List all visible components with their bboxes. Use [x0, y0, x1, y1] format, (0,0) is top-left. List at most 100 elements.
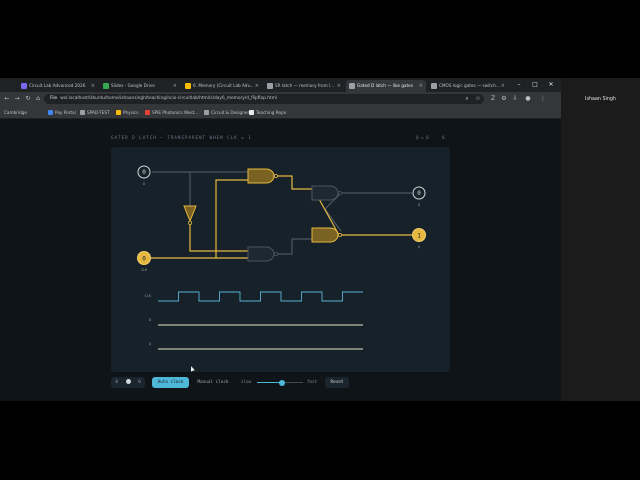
bookmark-item[interactable]: SPIE Photonics West...	[145, 107, 198, 118]
browser-tab[interactable]: SR latch — memory from l... ×	[264, 80, 344, 92]
browser-tab[interactable]: 6. Memory (Circuit Lab Adv... ×	[182, 80, 262, 92]
bookmark-label: Cambridge	[4, 110, 28, 115]
tab-close-icon[interactable]: ×	[337, 80, 341, 92]
manual-clock-button[interactable]: Manual clock	[193, 377, 233, 388]
minimize-icon[interactable]: –	[512, 78, 526, 92]
bookmark-label: SPAD-TEST	[87, 110, 110, 115]
menu-icon[interactable]: ⋮	[538, 94, 548, 104]
tab-label: Slides - Google Drive	[111, 83, 155, 88]
tab-label: CMOS logic gates — switch...	[439, 83, 500, 88]
tab-label: Gated D latch — like gates	[357, 83, 413, 88]
tab-strip: Circuit Lab Advanced 2026 × Slides - Googl…	[0, 78, 561, 92]
q-output-node: 1 Q	[412, 228, 426, 249]
wire-not-out	[189, 225, 248, 252]
tab-favicon-icon	[21, 83, 27, 89]
page-content: GATED D LATCH — TRANSPARENT WHEN CLK = 1…	[0, 119, 561, 401]
bookmark-label: Physics	[123, 110, 139, 115]
speed-slow-label: slow	[240, 380, 252, 385]
bookmark-item[interactable]: Physics	[116, 107, 139, 118]
tab-close-icon[interactable]: ×	[173, 80, 177, 92]
close-window-icon[interactable]: ✕	[544, 78, 558, 92]
tab-close-icon[interactable]: ×	[255, 80, 259, 92]
tab-favicon-icon	[431, 83, 437, 89]
bookmark-item[interactable]: Pay Portal	[48, 107, 76, 118]
clk-label: CLK	[141, 268, 148, 272]
download-icon[interactable]: ⇩	[510, 94, 520, 104]
bookmark-item[interactable]: SPAD-TEST	[80, 107, 110, 118]
wave-label: CLK	[145, 294, 152, 298]
browser-tab[interactable]: Gated D latch — like gates ×	[346, 80, 426, 92]
bookmarks-bar: Cambridge Pay Portal SPAD-TEST Physics SPIE …	[0, 106, 561, 119]
d-input-node[interactable]: 0 D	[137, 165, 151, 186]
nand-gate-2	[247, 246, 278, 262]
nand-gate-4	[311, 227, 342, 243]
maximize-icon[interactable]: □	[528, 78, 542, 92]
url-text: wsl.localhost/Ubuntu/home/ishaansingh/te…	[60, 96, 277, 101]
tab-close-icon[interactable]: ×	[501, 80, 505, 92]
toggle-knob-icon	[125, 378, 131, 384]
tab-close-icon[interactable]: ×	[419, 80, 423, 92]
bookmark-item[interactable]: Teaching Repo	[249, 107, 286, 118]
waveform-trace	[158, 291, 363, 302]
wire-nand2-out	[275, 238, 312, 255]
address-bar-row: ← → ↻ ⌂ File wsl.localhost/Ubuntu/home/is…	[0, 92, 561, 106]
star-icon[interactable]: ☆	[473, 94, 483, 104]
auto-clock-button[interactable]: Auto clock	[152, 377, 189, 388]
tab-favicon-icon	[185, 83, 191, 89]
bookmark-label: Teaching Repo	[256, 110, 287, 115]
search-icon[interactable]: ⌕	[462, 94, 472, 104]
home-icon[interactable]: ⌂	[33, 94, 43, 104]
tab-label: 6. Memory (Circuit Lab Adv...	[193, 83, 254, 88]
wave-label: D	[149, 318, 151, 322]
puzzle-icon[interactable]: ⚙	[499, 94, 509, 104]
browser-tab[interactable]: Circuit Lab Advanced 2026 ×	[18, 80, 98, 92]
controls-bar: 0 0 Auto clock Manual clock slow fast Re…	[111, 377, 450, 391]
reload-icon[interactable]: ↻	[23, 94, 33, 104]
bookmark-label: Circuit & Designer	[211, 110, 250, 115]
tab-favicon-icon	[267, 83, 273, 89]
sim-title: GATED D LATCH — TRANSPARENT WHEN CLK = 1	[111, 135, 252, 140]
output-state-extra: 0	[442, 135, 445, 140]
circuit-panel: 0 D 0 CLK 0 Q̄ 1 Q CLK D Q	[111, 147, 450, 372]
reset-button[interactable]: Reset	[325, 377, 349, 388]
url-scheme: File	[50, 96, 58, 101]
not-gate	[183, 205, 197, 226]
bookmark-favicon-icon	[80, 110, 85, 115]
speed-fast-label: fast	[306, 380, 318, 385]
bookmark-favicon-icon	[48, 110, 53, 115]
url-field[interactable]: File wsl.localhost/Ubuntu/home/ishaansing…	[44, 94, 484, 104]
circuit-diagram: 0 D 0 CLK 0 Q̄ 1 Q CLK D Q	[137, 165, 426, 350]
forward-icon[interactable]: →	[12, 94, 22, 104]
tab-close-icon[interactable]: ×	[91, 80, 95, 92]
bookmark-item[interactable]: Cambridge	[4, 107, 27, 118]
bookmark-favicon-icon	[116, 110, 121, 115]
d-value: 0	[142, 169, 146, 176]
bookmark-favicon-icon	[204, 110, 209, 115]
qbar-label: Q̄	[418, 202, 420, 207]
browser-window: Circuit Lab Advanced 2026 × Slides - Googl…	[0, 78, 561, 401]
nand-gate-3	[311, 185, 342, 201]
toggle-switch[interactable]: 0 0	[111, 377, 145, 388]
tab-favicon-icon	[349, 83, 355, 89]
bookmark-item[interactable]: Circuit & Designer	[204, 107, 249, 118]
q-value: 1	[417, 232, 421, 239]
speed-slider-track[interactable]	[257, 379, 303, 386]
browser-tab[interactable]: Slides - Google Drive ×	[100, 80, 180, 92]
wave-label: Q	[149, 342, 151, 346]
toggle-right-label: 0	[138, 380, 141, 385]
extension-icon[interactable]: Z	[488, 94, 498, 104]
clk-value: 0	[142, 255, 146, 262]
qbar-value: 0	[417, 190, 421, 197]
tab-favicon-icon	[103, 83, 109, 89]
bookmark-label: SPIE Photonics West...	[152, 110, 199, 115]
bookmark-label: Pay Portal	[55, 110, 76, 115]
wire-nand1-out	[275, 175, 312, 190]
clk-input-node[interactable]: 0 CLK	[137, 251, 151, 273]
speed-slider-knob[interactable]	[279, 379, 286, 386]
timing-diagram: CLK D Q	[145, 291, 363, 350]
toggle-left-label: 0	[115, 380, 118, 385]
browser-tab[interactable]: CMOS logic gates — switch... ×	[428, 80, 508, 92]
profile-icon[interactable]: ●	[523, 94, 533, 104]
back-icon[interactable]: ←	[2, 94, 12, 104]
q-label: Q	[418, 245, 420, 249]
